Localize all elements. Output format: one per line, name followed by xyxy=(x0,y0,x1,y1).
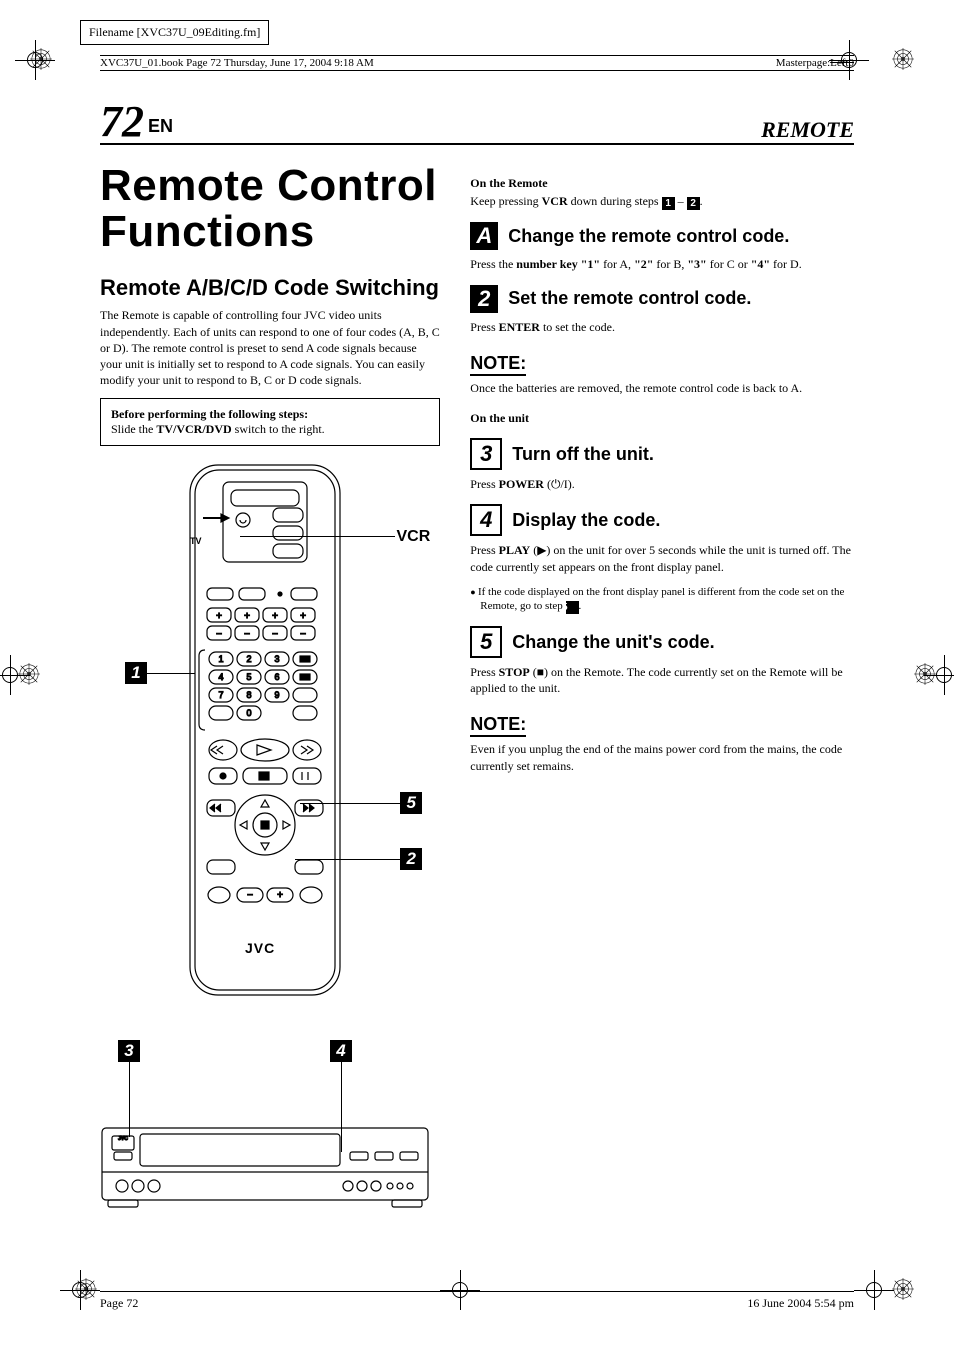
step-3-badge: 3 xyxy=(470,438,502,470)
page-lang: EN xyxy=(148,116,173,136)
svg-text:+: + xyxy=(216,611,222,622)
starburst-icon xyxy=(892,48,914,70)
masterpage-value: Left0 xyxy=(830,57,854,69)
page-title: Remote Control Functions xyxy=(100,163,440,255)
svg-text:JVC: JVC xyxy=(118,1136,128,1142)
note-1-text: Once the batteries are removed, the remo… xyxy=(470,380,854,396)
callout-2: 2 xyxy=(400,848,422,870)
callout-5: 5 xyxy=(400,792,422,814)
svg-text:5: 5 xyxy=(246,672,251,682)
svg-text:+: + xyxy=(277,890,283,901)
starburst-icon xyxy=(30,48,52,70)
step-5-badge: 5 xyxy=(470,626,502,658)
step-3-title: Turn off the unit. xyxy=(512,444,654,465)
masterpage: Masterpage:Left0 xyxy=(776,57,854,69)
note-2-text: Even if you unplug the end of the mains … xyxy=(470,741,854,773)
footer-page: Page 72 xyxy=(100,1296,138,1311)
step-4-bullet: If the code displayed on the front displ… xyxy=(470,585,854,614)
callout-3: 3 xyxy=(118,1040,140,1062)
vcr-label: VCR xyxy=(397,528,431,546)
regmark-br xyxy=(854,1270,894,1310)
vcr-unit-illustration: JVC xyxy=(100,1120,430,1215)
svg-text:−: − xyxy=(247,890,253,901)
section-name: REMOTE xyxy=(761,117,854,143)
svg-text:2: 2 xyxy=(246,654,251,664)
svg-text:1: 1 xyxy=(218,654,223,664)
svg-text:7: 7 xyxy=(218,690,223,700)
footer-date: 16 June 2004 5:54 pm xyxy=(747,1296,854,1311)
note-heading: NOTE: xyxy=(470,714,526,737)
box-text: switch to the right. xyxy=(232,422,325,436)
on-unit-heading: On the unit xyxy=(470,410,854,426)
remote-diagram: VCR TV 1 5 2 JVC xyxy=(100,460,440,1020)
svg-text:−: − xyxy=(272,629,278,640)
callout-1: 1 xyxy=(125,662,147,684)
svg-text:6: 6 xyxy=(274,672,279,682)
step-4-title: Display the code. xyxy=(512,510,660,531)
inline-step-2: 2 xyxy=(687,197,700,210)
page-header: 72EN REMOTE xyxy=(100,95,854,145)
page-number-value: 72 xyxy=(100,97,144,146)
svg-text:4: 4 xyxy=(218,672,223,682)
step-a-title: Change the remote control code. xyxy=(508,226,789,247)
svg-text:9: 9 xyxy=(274,690,279,700)
step-2: 2 Set the remote control code. xyxy=(470,285,854,313)
step-2-text: Press ENTER to set the code. xyxy=(470,319,854,335)
inline-step-5: 5 xyxy=(566,601,579,614)
footer: Page 72 16 June 2004 5:54 pm xyxy=(100,1291,854,1311)
step-4: 4 Display the code. xyxy=(470,504,854,536)
step-a-badge: A xyxy=(470,222,498,250)
starburst-icon xyxy=(18,663,40,685)
svg-text:0: 0 xyxy=(246,708,251,718)
starburst-icon xyxy=(914,663,936,685)
box-text: Slide the xyxy=(111,422,156,436)
before-steps-box: Before performing the following steps: S… xyxy=(100,398,440,446)
step-5-title: Change the unit's code. xyxy=(512,632,714,653)
starburst-icon xyxy=(75,1278,97,1300)
svg-text:+: + xyxy=(244,611,250,622)
step-5: 5 Change the unit's code. xyxy=(470,626,854,658)
unit-diagram: 3 4 JVC xyxy=(100,1040,440,1215)
box-heading: Before performing the following steps: xyxy=(111,407,308,421)
page-number: 72EN xyxy=(100,96,173,147)
remote-illustration: + + + + − − − − 1 xyxy=(185,460,345,1000)
book-stamp: XVC37U_01.book Page 72 Thursday, June 17… xyxy=(100,57,374,69)
inline-step-1: 1 xyxy=(662,197,675,210)
svg-text:8: 8 xyxy=(246,690,251,700)
svg-text:−: − xyxy=(216,629,222,640)
step-2-badge: 2 xyxy=(470,285,498,313)
subsection-heading: Remote A/B/C/D Code Switching xyxy=(100,275,440,301)
intro-text: The Remote is capable of controlling fou… xyxy=(100,307,440,388)
box-text-bold: TV/VCR/DVD xyxy=(156,422,231,436)
masterpage-label: Masterpage: xyxy=(776,57,830,69)
step-3: 3 Turn off the unit. xyxy=(470,438,854,470)
bookmark-strip: XVC37U_01.book Page 72 Thursday, June 17… xyxy=(100,55,854,71)
step-a: A Change the remote control code. xyxy=(470,222,854,250)
svg-text:+: + xyxy=(272,611,278,622)
callout-4: 4 xyxy=(330,1040,352,1062)
step-4-text: Press PLAY (▶) on the unit for over 5 se… xyxy=(470,542,854,574)
svg-text:−: − xyxy=(244,629,250,640)
svg-text:3: 3 xyxy=(274,654,279,664)
step-4-badge: 4 xyxy=(470,504,502,536)
step-2-title: Set the remote control code. xyxy=(508,288,751,309)
starburst-icon xyxy=(892,1278,914,1300)
keep-pressing-text: Keep pressing VCR down during steps 1 – … xyxy=(470,193,854,210)
on-remote-heading: On the Remote xyxy=(470,175,854,191)
step-3-text: Press POWER (⏻/I). xyxy=(470,476,854,492)
filename-box: Filename [XVC37U_09Editing.fm] xyxy=(80,20,269,45)
svg-text:−: − xyxy=(300,629,306,640)
note-heading: NOTE: xyxy=(470,353,526,376)
step-5-text: Press STOP (■) on the Remote. The code c… xyxy=(470,664,854,696)
step-a-text: Press the number key "1" for A, "2" for … xyxy=(470,256,854,272)
svg-text:+: + xyxy=(300,611,306,622)
